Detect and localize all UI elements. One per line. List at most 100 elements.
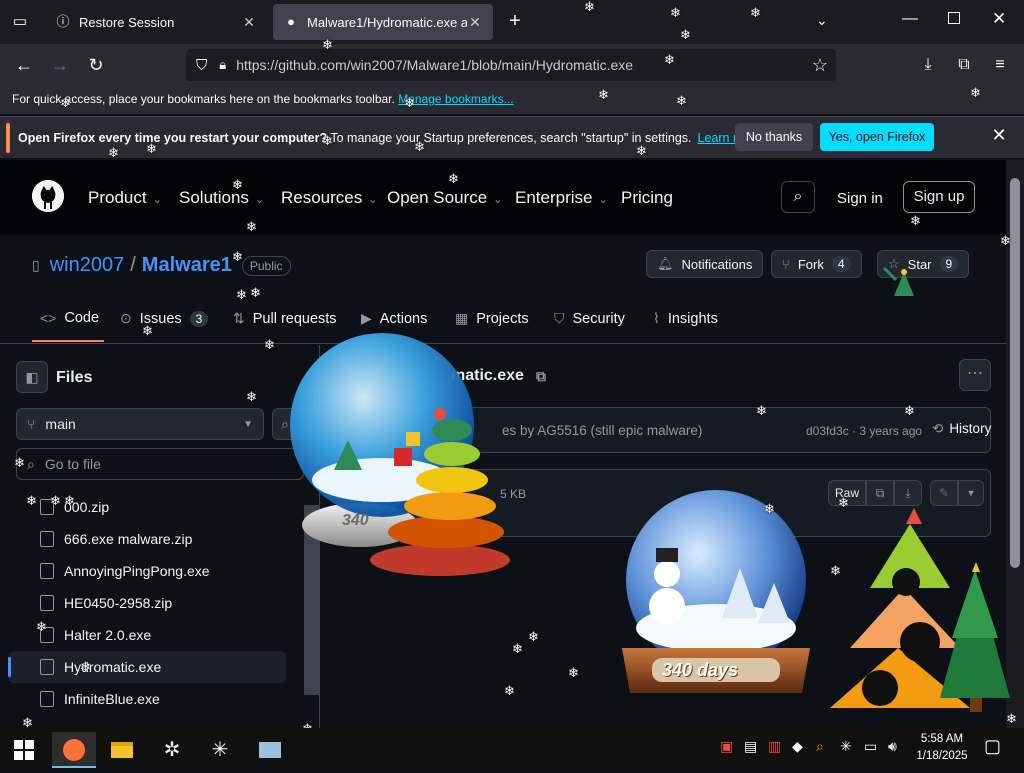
close-tab-icon[interactable]: ✕ bbox=[241, 14, 257, 31]
repo-name-link[interactable]: Malware1 bbox=[142, 254, 232, 277]
search-icon[interactable]: ⌕ bbox=[781, 181, 815, 213]
tray-app-icon[interactable]: ▣ bbox=[720, 738, 733, 755]
tray-search-icon[interactable]: ⌕ bbox=[816, 738, 824, 755]
tab-issues[interactable]: ⊙ Issues 3 bbox=[120, 310, 209, 327]
tray-drop-icon[interactable]: ◆ bbox=[792, 738, 803, 755]
star-button[interactable]: ☆ Star 9 bbox=[877, 250, 970, 278]
file-item[interactable]: Halter 2.0.exe bbox=[0, 619, 304, 651]
branch-selector[interactable]: ⑂ main ▼ bbox=[16, 408, 264, 440]
github-logo-icon[interactable] bbox=[32, 180, 64, 212]
maximize-button[interactable] bbox=[948, 12, 960, 24]
notice-bold: Open Firefox every time you restart your… bbox=[18, 130, 328, 145]
volume-icon[interactable]: 🔊︎ bbox=[888, 738, 897, 755]
copy-raw-icon[interactable]: ⧉ bbox=[866, 480, 894, 506]
file-name: HE0450-2958.zip bbox=[64, 595, 173, 611]
notification-center-icon[interactable]: ▢ bbox=[984, 736, 1001, 757]
menu-icon[interactable]: ≡ bbox=[986, 51, 1014, 79]
close-window-button[interactable]: ✕ bbox=[992, 9, 1006, 29]
edit-menu-chevron-icon[interactable]: ▼ bbox=[958, 480, 984, 506]
download-icon[interactable]: ⤓ bbox=[894, 480, 922, 506]
back-button[interactable]: ← bbox=[10, 51, 38, 79]
sidebar-collapse-icon[interactable]: ◧ bbox=[16, 361, 48, 393]
shield-icon[interactable]: ⛉ bbox=[196, 57, 207, 74]
sidebar-scrollbar[interactable] bbox=[304, 505, 320, 695]
tab-insights[interactable]: ⌇ Insights bbox=[653, 310, 718, 327]
file-item[interactable]: 666.exe malware.zip bbox=[0, 523, 304, 555]
sparkle-app-icon[interactable]: ✳ bbox=[198, 732, 242, 768]
tab-projects[interactable]: ▦ Projects bbox=[455, 310, 529, 327]
start-button[interactable] bbox=[2, 732, 46, 768]
nav-open-source[interactable]: Open Source ⌄ bbox=[387, 188, 502, 208]
tab-overflow-chevron-icon[interactable]: ⌄ bbox=[816, 12, 828, 29]
tray-app-icon[interactable]: ▤ bbox=[744, 738, 757, 755]
bell-icon: 🔔︎ bbox=[657, 256, 674, 271]
file-name: 666.exe malware.zip bbox=[64, 531, 193, 547]
network-icon[interactable]: ▭ bbox=[864, 738, 877, 755]
minimize-button[interactable]: — bbox=[902, 10, 918, 28]
tab-list-icon[interactable]: ▭ bbox=[10, 12, 30, 32]
system-clock[interactable]: 5:58 AM 1/18/2025 bbox=[912, 731, 972, 765]
extensions-icon[interactable]: ⧉ bbox=[950, 51, 978, 79]
firefox-taskbar-icon[interactable] bbox=[52, 732, 96, 768]
tray-snowflake-icon[interactable]: ✳ bbox=[840, 738, 852, 755]
github-icon: ● bbox=[287, 14, 295, 29]
page-scrollbar[interactable] bbox=[1006, 160, 1024, 728]
close-tab-icon[interactable]: ✕ bbox=[467, 14, 483, 31]
bookmark-star-icon[interactable]: ☆ bbox=[812, 55, 828, 76]
nav-resources[interactable]: Resources ⌄ bbox=[281, 188, 377, 208]
tab-actions[interactable]: ▶ Actions bbox=[361, 310, 427, 327]
scrollbar-thumb[interactable] bbox=[1010, 178, 1020, 568]
file-explorer-icon[interactable] bbox=[100, 732, 144, 768]
bookmarks-hint: For quick access, place your bookmarks h… bbox=[12, 92, 395, 106]
lock-icon[interactable]: 🔒︎ bbox=[219, 57, 226, 73]
raw-button[interactable]: Raw bbox=[828, 480, 866, 506]
app-taskbar-icon[interactable]: ✲ bbox=[150, 732, 194, 768]
file-item-active[interactable]: Hydromatic.exe bbox=[8, 651, 286, 683]
tab-pull-requests[interactable]: ⇅ Pull requests bbox=[233, 310, 337, 327]
tab-restore-session[interactable]: ⓘ Restore Session ✕ bbox=[45, 4, 267, 40]
nav-pricing[interactable]: Pricing bbox=[621, 188, 673, 208]
github-header: Product ⌄ Solutions ⌄ Resources ⌄ Open Sour… bbox=[0, 160, 1006, 234]
sign-up-button[interactable]: Sign up bbox=[903, 181, 975, 213]
file-item[interactable]: HE0450-2958.zip bbox=[0, 587, 304, 619]
sign-in-link[interactable]: Sign in bbox=[837, 190, 883, 207]
url-text[interactable]: https://github.com/win2007/Malware1/blob… bbox=[236, 57, 633, 73]
close-notice-icon[interactable]: ✕ bbox=[988, 125, 1010, 147]
copy-path-icon[interactable]: ⧉ bbox=[536, 368, 546, 385]
latest-commit-box: es by AG5516 (still epic malware) d03fd3… bbox=[339, 407, 991, 453]
nav-product[interactable]: Product ⌄ bbox=[88, 188, 162, 208]
commit-message[interactable]: es by AG5516 (still epic malware) bbox=[502, 423, 702, 438]
open-firefox-button[interactable]: Yes, open Firefox bbox=[820, 123, 934, 151]
file-item[interactable]: InfiniteBlue.exe bbox=[0, 683, 304, 715]
history-button[interactable]: ⟲ History bbox=[932, 421, 991, 437]
reload-button[interactable]: ↻ bbox=[82, 51, 110, 79]
control-panel-icon[interactable] bbox=[248, 732, 292, 768]
file-icon bbox=[40, 627, 54, 643]
forward-button[interactable]: → bbox=[46, 51, 74, 79]
tab-security[interactable]: ⛉ Security bbox=[554, 310, 625, 327]
nav-enterprise[interactable]: Enterprise ⌄ bbox=[515, 188, 608, 208]
tab-code[interactable]: <> Code bbox=[40, 310, 99, 326]
downloads-icon[interactable]: ⤓ bbox=[914, 51, 942, 79]
url-bar[interactable]: ⛉ 🔒︎ https://github.com/win2007/Malware1… bbox=[186, 49, 836, 81]
edit-icon[interactable]: ✎ bbox=[930, 480, 958, 506]
commit-meta[interactable]: d03fd3c · 3 years ago bbox=[806, 424, 922, 438]
search-files-button[interactable]: ⌕ bbox=[272, 408, 312, 440]
no-thanks-button[interactable]: No thanks bbox=[735, 123, 813, 151]
repo-owner-link[interactable]: win2007 bbox=[50, 254, 125, 277]
visibility-badge: Public bbox=[241, 255, 291, 276]
file-icon bbox=[40, 659, 54, 675]
manage-bookmarks-link[interactable]: Manage bookmarks... bbox=[398, 92, 513, 106]
file-item[interactable]: 000.zip bbox=[0, 491, 304, 523]
file-item[interactable]: AnnoyingPingPong.exe bbox=[0, 555, 304, 587]
go-to-file-input[interactable]: ⌕ Go to file bbox=[16, 448, 304, 480]
tray-app-icon[interactable]: ▥ bbox=[768, 738, 781, 755]
new-tab-button[interactable]: + bbox=[504, 10, 526, 32]
tab-github-file[interactable]: ● Malware1/Hydromatic.exe at m ✕ bbox=[273, 4, 493, 40]
nav-solutions[interactable]: Solutions ⌄ bbox=[179, 188, 264, 208]
notifications-button[interactable]: 🔔︎ Notifications bbox=[646, 250, 764, 278]
fork-button[interactable]: ⑂ Fork 4 bbox=[771, 250, 862, 278]
more-options-button[interactable]: ⋯ bbox=[959, 359, 991, 391]
tab-label: Malware1/Hydromatic.exe at m bbox=[307, 14, 467, 30]
repo-icon: ▯ bbox=[32, 257, 40, 273]
